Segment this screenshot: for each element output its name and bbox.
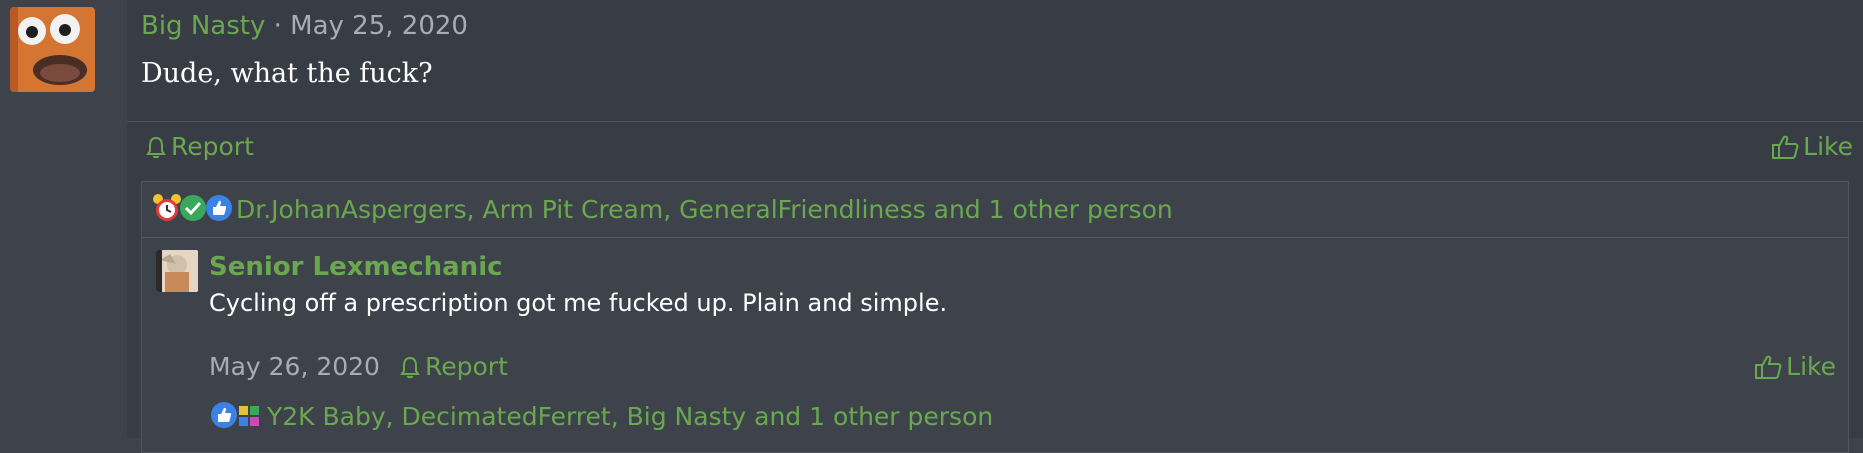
post-reactions-text[interactable]: Dr.JohanAspergers, Arm Pit Cream, Genera… <box>236 194 1173 226</box>
post-container: Big Nasty · May 25, 2020 Dude, what the … <box>127 0 1863 453</box>
avatar[interactable] <box>10 7 95 92</box>
reply-reactions-text[interactable]: Y2K Baby, DecimatedFerret, Big Nasty and… <box>267 401 993 433</box>
post-date[interactable]: May 25, 2020 <box>290 11 468 41</box>
reaction-icons <box>152 193 232 227</box>
report-button[interactable]: Report <box>145 131 254 163</box>
like-button[interactable]: Like <box>1771 131 1853 163</box>
post-divider <box>127 121 1863 122</box>
report-label: Report <box>171 132 254 161</box>
post-header: Big Nasty · May 25, 2020 <box>141 8 468 44</box>
separator-dot: · <box>273 11 282 41</box>
thumbs-up-outline-icon <box>1771 134 1799 160</box>
reactions-and-replies: Dr.JohanAspergers, Arm Pit Cream, Genera… <box>141 181 1849 453</box>
user-column <box>0 0 127 438</box>
like-label: Like <box>1786 352 1836 381</box>
reply-body: Cycling off a prescription got me fucked… <box>209 289 948 317</box>
post-reactions[interactable]: Dr.JohanAspergers, Arm Pit Cream, Genera… <box>152 193 1173 227</box>
reply-like-button[interactable]: Like <box>1754 351 1836 383</box>
post-body: Dude, what the fuck? <box>141 58 433 89</box>
quote-divider <box>142 237 1848 238</box>
thumbs-up-icon <box>204 193 234 227</box>
thumbs-up-outline-icon <box>1754 354 1782 380</box>
reply-report-button[interactable]: Report <box>399 351 508 383</box>
report-label: Report <box>425 352 508 381</box>
reply-username[interactable]: Senior Lexmechanic <box>209 250 503 284</box>
bell-icon <box>399 355 421 379</box>
reply-date[interactable]: May 26, 2020 <box>209 350 380 384</box>
reaction-icons <box>209 400 261 434</box>
puzzle-icon <box>235 400 265 434</box>
reply-avatar[interactable] <box>156 250 198 292</box>
like-label: Like <box>1803 132 1853 161</box>
reply-reactions[interactable]: Y2K Baby, DecimatedFerret, Big Nasty and… <box>209 400 993 434</box>
post-username[interactable]: Big Nasty <box>141 11 265 41</box>
bell-icon <box>145 135 167 159</box>
